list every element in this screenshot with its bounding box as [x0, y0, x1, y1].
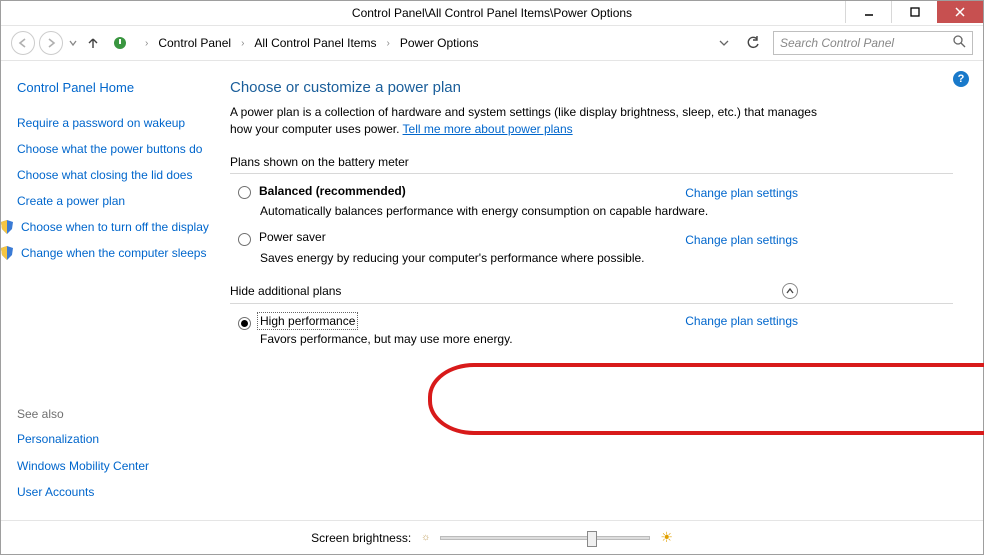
- change-settings-link-balanced[interactable]: Change plan settings: [685, 186, 798, 200]
- chevron-down-icon: [69, 39, 77, 47]
- sidebar-link-require-password[interactable]: Require a password on wakeup: [17, 115, 210, 131]
- footer-brightness: Screen brightness: ☼ ☀: [1, 520, 983, 554]
- back-button[interactable]: [11, 31, 35, 55]
- sun-bright-icon: ☀: [660, 529, 673, 546]
- chevron-right-icon: ›: [386, 38, 389, 49]
- radio-balanced[interactable]: [238, 186, 251, 199]
- address-dropdown[interactable]: [715, 38, 733, 48]
- sidebar-link-closing-lid[interactable]: Choose what closing the lid does: [17, 167, 210, 183]
- maximize-button[interactable]: [891, 1, 937, 23]
- annotation-highlight: [428, 363, 984, 435]
- breadcrumb-item-control-panel[interactable]: Control Panel: [156, 34, 233, 52]
- page-heading: Choose or customize a power plan: [230, 79, 953, 96]
- plan-balanced: Balanced (recommended) Change plan setti…: [230, 184, 953, 231]
- sidebar-link-computer-sleeps[interactable]: Change when the computer sleeps: [21, 245, 206, 261]
- plan-desc-power-saver: Saves energy by reducing your computer's…: [260, 251, 720, 265]
- close-button[interactable]: [937, 1, 983, 23]
- chevron-right-icon: ›: [241, 38, 244, 49]
- chevron-down-icon: [719, 38, 729, 48]
- sidebar-link-create-plan[interactable]: Create a power plan: [17, 193, 210, 209]
- breadcrumb-item-power-options[interactable]: Power Options: [398, 34, 481, 52]
- arrow-up-icon: [86, 36, 100, 50]
- arrow-right-icon: [45, 37, 57, 49]
- minimize-icon: [864, 7, 874, 17]
- main-content: Choose or customize a power plan A power…: [216, 61, 983, 520]
- page-description: A power plan is a collection of hardware…: [230, 104, 820, 139]
- plan-desc-balanced: Automatically balances performance with …: [260, 204, 720, 218]
- search-input[interactable]: Search Control Panel: [773, 31, 973, 55]
- up-button[interactable]: [83, 33, 103, 53]
- refresh-button[interactable]: [743, 36, 763, 50]
- breadcrumb: › Control Panel › All Control Panel Item…: [139, 34, 481, 52]
- minimize-button[interactable]: [845, 1, 891, 23]
- shield-icon: [0, 245, 15, 264]
- navbar: › Control Panel › All Control Panel Item…: [1, 25, 983, 61]
- divider: [230, 173, 953, 174]
- plan-name-high-performance: High performance: [259, 314, 356, 328]
- change-settings-link-high-performance[interactable]: Change plan settings: [685, 314, 798, 328]
- brightness-slider[interactable]: [440, 536, 650, 540]
- hide-additional-label: Hide additional plans: [230, 284, 341, 298]
- slider-thumb[interactable]: [587, 531, 597, 547]
- sidebar-link-turn-off-display[interactable]: Choose when to turn off the display: [21, 219, 209, 235]
- plan-name-power-saver: Power saver: [259, 230, 326, 244]
- forward-button[interactable]: [39, 31, 63, 55]
- plan-power-saver: Power saver Change plan settings Saves e…: [230, 230, 953, 277]
- see-also: See also Personalization Windows Mobilit…: [17, 407, 210, 510]
- hide-additional-row: Hide additional plans: [230, 283, 798, 299]
- see-also-heading: See also: [17, 407, 210, 421]
- arrow-left-icon: [17, 37, 29, 49]
- change-settings-link-power-saver[interactable]: Change plan settings: [685, 233, 798, 247]
- titlebar: Control Panel\All Control Panel Items\Po…: [1, 1, 983, 25]
- refresh-icon: [746, 36, 760, 50]
- collapse-button[interactable]: [782, 283, 798, 299]
- plans-section-label: Plans shown on the battery meter: [230, 155, 953, 169]
- see-also-link-user-accounts[interactable]: User Accounts: [17, 484, 210, 500]
- see-also-link-personalization[interactable]: Personalization: [17, 431, 210, 447]
- close-icon: [955, 7, 965, 17]
- search-placeholder: Search Control Panel: [780, 36, 894, 50]
- chevron-up-icon: [786, 287, 794, 295]
- window-controls: [845, 1, 983, 23]
- brightness-label: Screen brightness:: [311, 531, 411, 545]
- sidebar: Control Panel Home Require a password on…: [1, 61, 216, 520]
- search-icon: [953, 35, 966, 51]
- see-also-link-mobility-center[interactable]: Windows Mobility Center: [17, 458, 210, 474]
- chevron-right-icon: ›: [145, 38, 148, 49]
- window: Control Panel\All Control Panel Items\Po…: [0, 0, 984, 555]
- plan-high-performance: High performance Change plan settings Fa…: [230, 314, 953, 359]
- divider: [230, 303, 953, 304]
- plan-desc-high-performance: Favors performance, but may use more ene…: [260, 332, 720, 346]
- control-panel-icon: [111, 34, 129, 52]
- breadcrumb-item-all-items[interactable]: All Control Panel Items: [252, 34, 378, 52]
- body: ? Control Panel Home Require a password …: [1, 61, 983, 520]
- radio-high-performance[interactable]: [238, 317, 251, 330]
- sidebar-link-home[interactable]: Control Panel Home: [17, 79, 210, 97]
- plan-name-balanced: Balanced (recommended): [259, 184, 406, 198]
- sun-dim-icon: ☼: [421, 532, 430, 543]
- recent-dropdown[interactable]: [67, 39, 79, 47]
- window-title: Control Panel\All Control Panel Items\Po…: [1, 6, 983, 20]
- shield-icon: [0, 219, 15, 238]
- power-options-icon: [112, 35, 128, 51]
- maximize-icon: [910, 7, 920, 17]
- sidebar-link-power-buttons[interactable]: Choose what the power buttons do: [17, 141, 210, 157]
- radio-power-saver[interactable]: [238, 233, 251, 246]
- learn-more-link[interactable]: Tell me more about power plans: [403, 122, 573, 136]
